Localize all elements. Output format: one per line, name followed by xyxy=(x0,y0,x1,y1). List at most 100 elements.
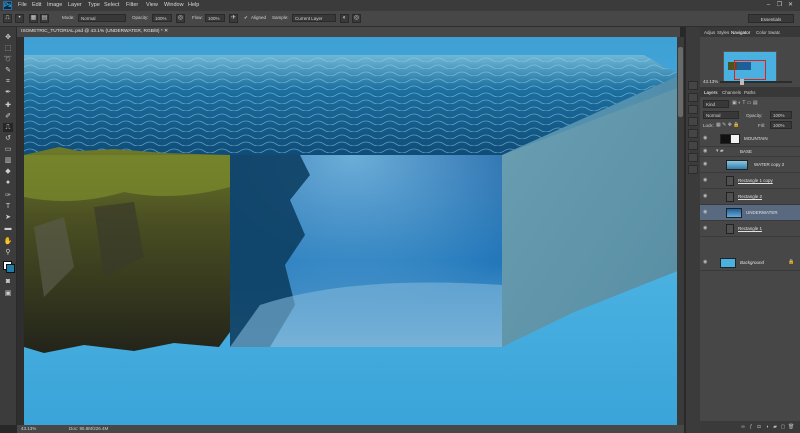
ignore-adjustment-icon[interactable]: ◐ xyxy=(340,14,349,23)
close-icon[interactable]: ✕ xyxy=(786,1,795,9)
shape-icon[interactable]: ▬ xyxy=(3,224,13,233)
workspace-select[interactable]: Essentials xyxy=(748,14,794,23)
zoom-icon[interactable]: ⚲ xyxy=(3,248,13,257)
aligned-checkbox[interactable]: ✔ xyxy=(244,15,248,21)
link-icon[interactable]: ∞ xyxy=(740,424,746,430)
layer-row-water-copy-2[interactable]: ◉ WATER copy 2 xyxy=(700,157,800,173)
eye-icon[interactable]: ◉ xyxy=(703,136,709,141)
navigator-zoom[interactable]: 43.13% xyxy=(703,79,718,84)
info-panel-icon[interactable] xyxy=(688,105,698,114)
move-icon[interactable]: ✥ xyxy=(3,33,13,42)
brush-panel-icon[interactable] xyxy=(688,141,698,150)
clone-stamp-icon[interactable]: ⎍ xyxy=(3,123,13,132)
fx-icon[interactable]: ƒ xyxy=(748,424,754,430)
menu-help[interactable]: Help xyxy=(188,2,199,8)
menu-type[interactable]: Type xyxy=(88,2,100,8)
tab-navigator[interactable]: Navigator xyxy=(731,30,750,35)
menu-view[interactable]: View xyxy=(146,2,158,8)
layer-row-underwater[interactable]: ◉ UNDERWATER xyxy=(700,205,800,221)
character-panel-icon[interactable] xyxy=(688,117,698,126)
marquee-icon[interactable]: ⬚ xyxy=(3,44,13,53)
eye-icon[interactable]: ◉ xyxy=(703,178,709,183)
hand-icon[interactable]: ✋ xyxy=(3,237,13,246)
layer-row-rectangle-1[interactable]: ◉ Rectangle 1 xyxy=(700,221,800,237)
clone-stamp-icon[interactable]: ⎍ xyxy=(3,14,12,23)
dodge-icon[interactable]: ● xyxy=(3,178,13,187)
layer-row-base-group[interactable]: ◉ ▾ ▰ BASE xyxy=(700,147,800,157)
minimize-icon[interactable]: – xyxy=(764,1,773,9)
menu-file[interactable]: File xyxy=(18,2,27,8)
layer-filter-icons[interactable]: ▣ ◐ T ▭ ▤ xyxy=(732,100,792,108)
eye-icon[interactable]: ◉ xyxy=(703,149,709,154)
navigator-zoom-knob[interactable] xyxy=(740,79,744,85)
history-panel-icon[interactable] xyxy=(688,81,698,90)
menu-image[interactable]: Image xyxy=(47,2,62,8)
tool-presets-panel-icon[interactable] xyxy=(688,165,698,174)
layer-row-rectangle-1-copy[interactable]: ◉ Rectangle 1 copy xyxy=(700,173,800,189)
navigator-zoom-slider[interactable] xyxy=(720,79,792,85)
background-color-icon[interactable] xyxy=(6,264,15,273)
pressure-size-icon[interactable]: ◎ xyxy=(352,14,361,23)
adjustment-icon[interactable]: ◑ xyxy=(764,424,770,430)
eye-icon[interactable]: ◉ xyxy=(703,162,709,167)
blur-icon[interactable]: ◆ xyxy=(3,167,13,176)
sample-select[interactable]: Current Layer xyxy=(292,14,336,22)
type-icon[interactable]: T xyxy=(3,202,13,211)
lock-icon[interactable]: ▦ ✎ ✥ 🔒 xyxy=(716,122,740,128)
brush-icon[interactable]: ✐ xyxy=(3,112,13,121)
tab-paths[interactable]: Paths xyxy=(744,90,756,95)
eyedropper-icon[interactable]: ✒ xyxy=(3,88,13,97)
properties-panel-icon[interactable] xyxy=(688,93,698,102)
healing-icon[interactable]: ✚ xyxy=(3,101,13,110)
ps-logo-icon[interactable]: Ps xyxy=(3,1,12,10)
maximize-icon[interactable]: ❐ xyxy=(775,1,784,9)
eye-icon[interactable]: ◉ xyxy=(703,260,709,265)
eye-icon[interactable]: ◉ xyxy=(703,226,709,231)
tab-adjustments[interactable]: Adjus xyxy=(704,30,715,35)
tab-swatches[interactable]: Swatc xyxy=(768,30,780,35)
menu-filter[interactable]: Filter xyxy=(126,2,138,8)
opacity-field[interactable]: 100% xyxy=(152,14,172,22)
scrollbar-thumb[interactable] xyxy=(678,47,683,117)
clone-source-panel-icon[interactable] xyxy=(688,153,698,162)
tab-channels[interactable]: Channels xyxy=(722,90,741,95)
menu-window[interactable]: Window xyxy=(164,2,184,8)
menu-layer[interactable]: Layer xyxy=(68,2,82,8)
folder-icon[interactable]: ▾ ▰ xyxy=(716,148,724,154)
tab-styles[interactable]: Styles xyxy=(717,30,729,35)
mask-icon[interactable]: ◘ xyxy=(756,424,762,430)
paragraph-panel-icon[interactable] xyxy=(688,129,698,138)
brush-preset-icon[interactable]: • xyxy=(15,14,24,23)
lasso-icon[interactable]: ➰ xyxy=(3,55,13,64)
layer-row-background[interactable]: ◉ Background 🔒 xyxy=(700,255,800,271)
blend-mode-select[interactable]: Normal xyxy=(703,111,739,119)
tab-color[interactable]: Color xyxy=(756,30,767,35)
mode-select[interactable]: Normal xyxy=(78,14,126,22)
pen-icon[interactable]: ✑ xyxy=(3,191,13,200)
menu-select[interactable]: Select xyxy=(104,2,119,8)
layer-row-rectangle-2[interactable]: ◉ Rectangle 2 xyxy=(700,189,800,205)
path-select-icon[interactable]: ➤ xyxy=(3,213,13,222)
pressure-opacity-icon[interactable]: ◎ xyxy=(176,14,185,23)
vertical-scrollbar[interactable] xyxy=(677,37,684,425)
zoom-readout[interactable]: 43.13% xyxy=(21,426,36,431)
layer-filter-select[interactable]: Kind xyxy=(703,100,729,108)
layer-opacity-field[interactable]: 100% xyxy=(770,111,792,119)
flow-field[interactable]: 100% xyxy=(205,14,225,22)
menu-edit[interactable]: Edit xyxy=(32,2,41,8)
new-layer-icon[interactable]: ▢ xyxy=(780,424,786,430)
toggle-brush-panel-icon[interactable]: ▦ xyxy=(29,14,38,23)
history-brush-icon[interactable]: ↺ xyxy=(3,134,13,143)
toggle-clone-source-icon[interactable]: ▤ xyxy=(40,14,49,23)
airbrush-icon[interactable]: ✈ xyxy=(229,14,238,23)
trash-icon[interactable]: 🗑 xyxy=(788,424,794,430)
crop-icon[interactable]: ⌗ xyxy=(3,77,13,86)
layer-row-mountain[interactable]: ◉ MOUNTAIN xyxy=(700,131,800,147)
folder-icon[interactable]: ▰ xyxy=(772,424,778,430)
gradient-icon[interactable]: ▥ xyxy=(3,156,13,165)
quick-select-icon[interactable]: ✎ xyxy=(3,66,13,75)
fill-field[interactable]: 100% xyxy=(770,121,792,129)
eraser-icon[interactable]: ▭ xyxy=(3,145,13,154)
eye-icon[interactable]: ◉ xyxy=(703,210,709,215)
navigator-preview[interactable] xyxy=(723,51,777,83)
